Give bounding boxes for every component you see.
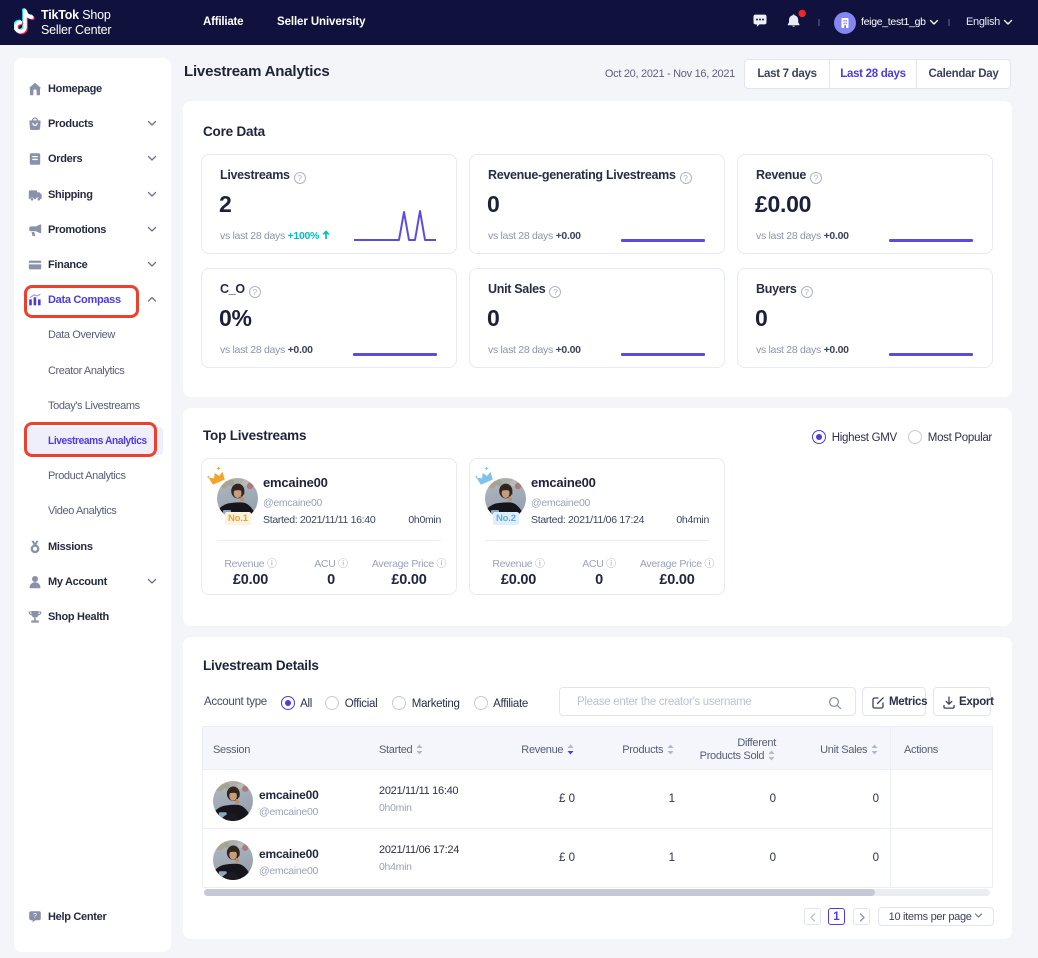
svg-text:?: ? <box>33 913 37 920</box>
